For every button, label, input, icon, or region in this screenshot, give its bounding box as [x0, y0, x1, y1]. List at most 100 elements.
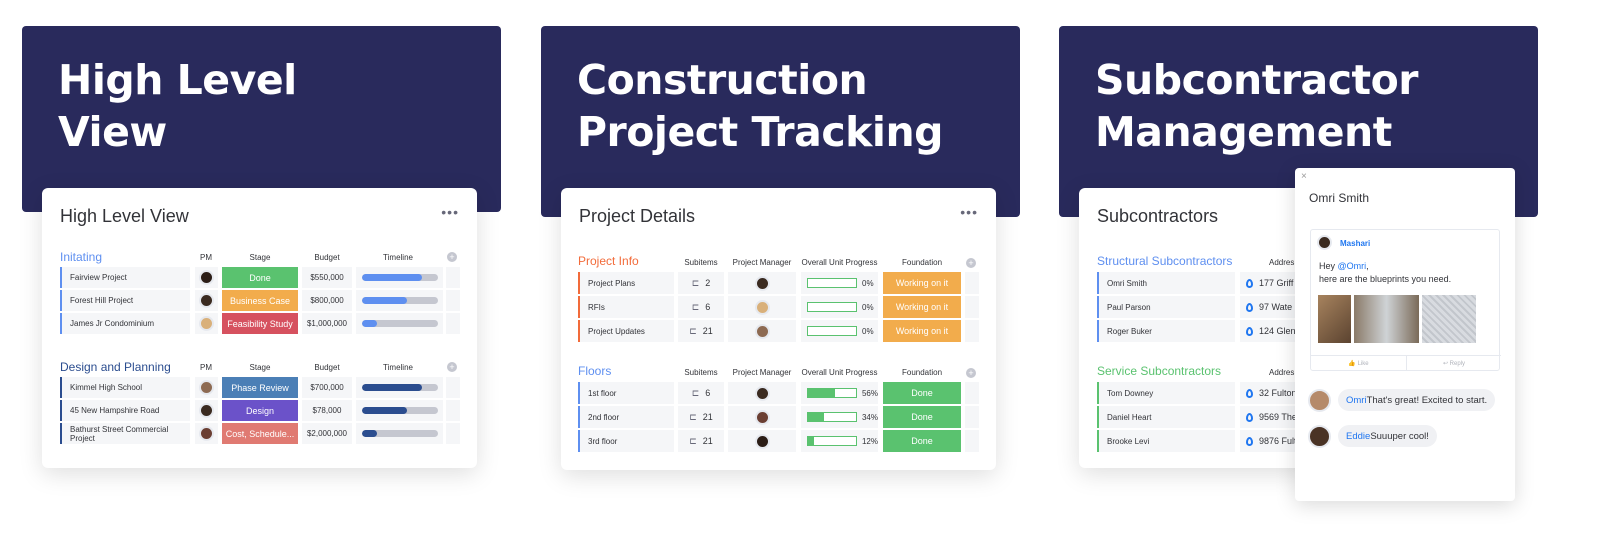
banner-title: High Level View — [58, 56, 297, 156]
stage-status[interactable]: Done — [222, 267, 298, 288]
blueprint-image[interactable] — [1422, 295, 1476, 343]
more-menu-icon[interactable]: ••• — [960, 204, 978, 220]
subitems-icon: ⊏ — [689, 435, 697, 446]
progress-bar — [807, 278, 857, 288]
item-name[interactable]: Bathurst Street Commercial Project — [60, 423, 190, 444]
avatar — [199, 316, 214, 331]
reply-bubble: Eddie Suuuper cool! — [1338, 425, 1437, 447]
stage-status[interactable]: Cost, Schedule... — [222, 423, 298, 444]
address-text: 9876 Fult — [1259, 436, 1297, 446]
item-name[interactable]: James Jr Condominium — [60, 313, 190, 334]
project-manager-cell[interactable] — [728, 320, 796, 342]
item-name[interactable]: Kimmel High School — [60, 377, 190, 398]
subitems-icon: ⊏ — [691, 301, 700, 312]
add-column-icon[interactable]: + — [447, 362, 457, 372]
like-button[interactable]: 👍 Like — [1311, 355, 1407, 371]
foundation-status[interactable]: Done — [883, 406, 961, 428]
pm-cell[interactable] — [195, 377, 218, 398]
item-name[interactable]: Project Plans — [578, 272, 674, 294]
budget: $2,000,000 — [302, 423, 352, 444]
column-header: Foundation — [901, 258, 943, 267]
subitems-cell[interactable]: ⊏ 21 — [678, 430, 724, 452]
pm-cell[interactable] — [195, 423, 218, 444]
stage-status[interactable]: Design — [222, 400, 298, 421]
empty-cell — [965, 320, 979, 342]
construction-image[interactable] — [1354, 295, 1419, 343]
subcontractor-name[interactable]: Omri Smith — [1097, 272, 1235, 294]
timeline-cell[interactable] — [356, 400, 443, 421]
subitems-icon: ⊏ — [691, 387, 700, 398]
timeline-cell[interactable] — [356, 267, 443, 288]
subitems-icon: ⊏ — [689, 411, 697, 422]
timeline-cell[interactable] — [356, 423, 443, 444]
reply-text: That's great! Excited to start. — [1366, 394, 1488, 406]
banner-title: Construction Project Tracking — [577, 56, 944, 156]
foundation-status[interactable]: Done — [883, 430, 961, 452]
timeline-fill — [361, 320, 377, 327]
add-column-icon[interactable]: + — [966, 258, 976, 268]
pm-cell[interactable] — [195, 400, 218, 421]
pm-cell[interactable] — [195, 313, 218, 334]
subitems-cell[interactable]: ⊏ 21 — [678, 406, 724, 428]
pm-cell[interactable] — [195, 290, 218, 311]
mention[interactable]: @Omri — [1338, 261, 1367, 271]
project-manager-cell[interactable] — [728, 272, 796, 294]
group-title: Structural Subcontractors — [1097, 254, 1233, 268]
subitems-count: 2 — [705, 278, 711, 288]
progress-label: 0% — [862, 302, 874, 312]
project-manager-cell[interactable] — [728, 296, 796, 318]
stage-status[interactable]: Business Case — [222, 290, 298, 311]
pm-cell[interactable] — [195, 267, 218, 288]
avatar — [754, 275, 770, 291]
item-name[interactable]: 3rd floor — [578, 430, 674, 452]
avatar — [754, 385, 770, 401]
foundation-status[interactable]: Working on it — [883, 296, 961, 318]
column-header: Overall Unit Progress — [801, 258, 878, 267]
construction-image[interactable] — [1318, 295, 1351, 343]
item-name[interactable]: 2nd floor — [578, 406, 674, 428]
timeline-cell[interactable] — [356, 290, 443, 311]
reply-author[interactable]: Eddie — [1346, 431, 1370, 442]
stage-status[interactable]: Phase Review — [222, 377, 298, 398]
item-name[interactable]: 1st floor — [578, 382, 674, 404]
reply-author[interactable]: Omri — [1346, 395, 1367, 406]
item-name[interactable]: RFIs — [578, 296, 674, 318]
subcontractor-name[interactable]: Paul Parson — [1097, 296, 1235, 318]
foundation-status[interactable]: Working on it — [883, 320, 961, 342]
item-name[interactable]: Project Updates — [578, 320, 674, 342]
add-column-icon[interactable]: + — [447, 252, 457, 262]
timeline-cell[interactable] — [356, 313, 443, 334]
item-name[interactable]: 45 New Hampshire Road — [60, 400, 190, 421]
location-pin-icon — [1246, 302, 1253, 312]
reply-text: Suuuper cool! — [1370, 430, 1429, 442]
project-manager-cell[interactable] — [728, 430, 796, 452]
budget: $1,000,000 — [302, 313, 352, 334]
subcontractor-name[interactable]: Roger Buker — [1097, 320, 1235, 342]
avatar — [199, 270, 214, 285]
subitems-cell[interactable]: ⊏ 2 — [678, 272, 724, 294]
subcontractor-name[interactable]: Daniel Heart — [1097, 406, 1235, 428]
subitems-cell[interactable]: ⊏ 6 — [678, 296, 724, 318]
stage-status[interactable]: Feasibility Study — [222, 313, 298, 334]
timeline-cell[interactable] — [356, 377, 443, 398]
foundation-status[interactable]: Done — [883, 382, 961, 404]
foundation-status[interactable]: Working on it — [883, 272, 961, 294]
more-menu-icon[interactable]: ••• — [441, 204, 459, 220]
reply-button[interactable]: ↩ Reply — [1407, 355, 1501, 371]
item-name[interactable]: Forest Hill Project — [60, 290, 190, 311]
project-manager-cell[interactable] — [728, 406, 796, 428]
add-column-icon[interactable]: + — [966, 368, 976, 378]
column-header: Subitems — [684, 368, 718, 377]
banner-high-level: High Level View — [22, 26, 501, 212]
subitems-cell[interactable]: ⊏ 6 — [678, 382, 724, 404]
item-name[interactable]: Fairview Project — [60, 267, 190, 288]
project-manager-cell[interactable] — [728, 382, 796, 404]
subitems-cell[interactable]: ⊏ 21 — [678, 320, 724, 342]
subcontractor-name[interactable]: Brooke Levi — [1097, 430, 1235, 452]
progress-cell: 56% — [801, 382, 878, 404]
post-author[interactable]: Mashari — [1340, 239, 1370, 248]
column-header: PM — [200, 253, 212, 262]
timeline-fill — [361, 430, 377, 437]
close-icon[interactable]: × — [1301, 171, 1307, 182]
subcontractor-name[interactable]: Tom Downey — [1097, 382, 1235, 404]
